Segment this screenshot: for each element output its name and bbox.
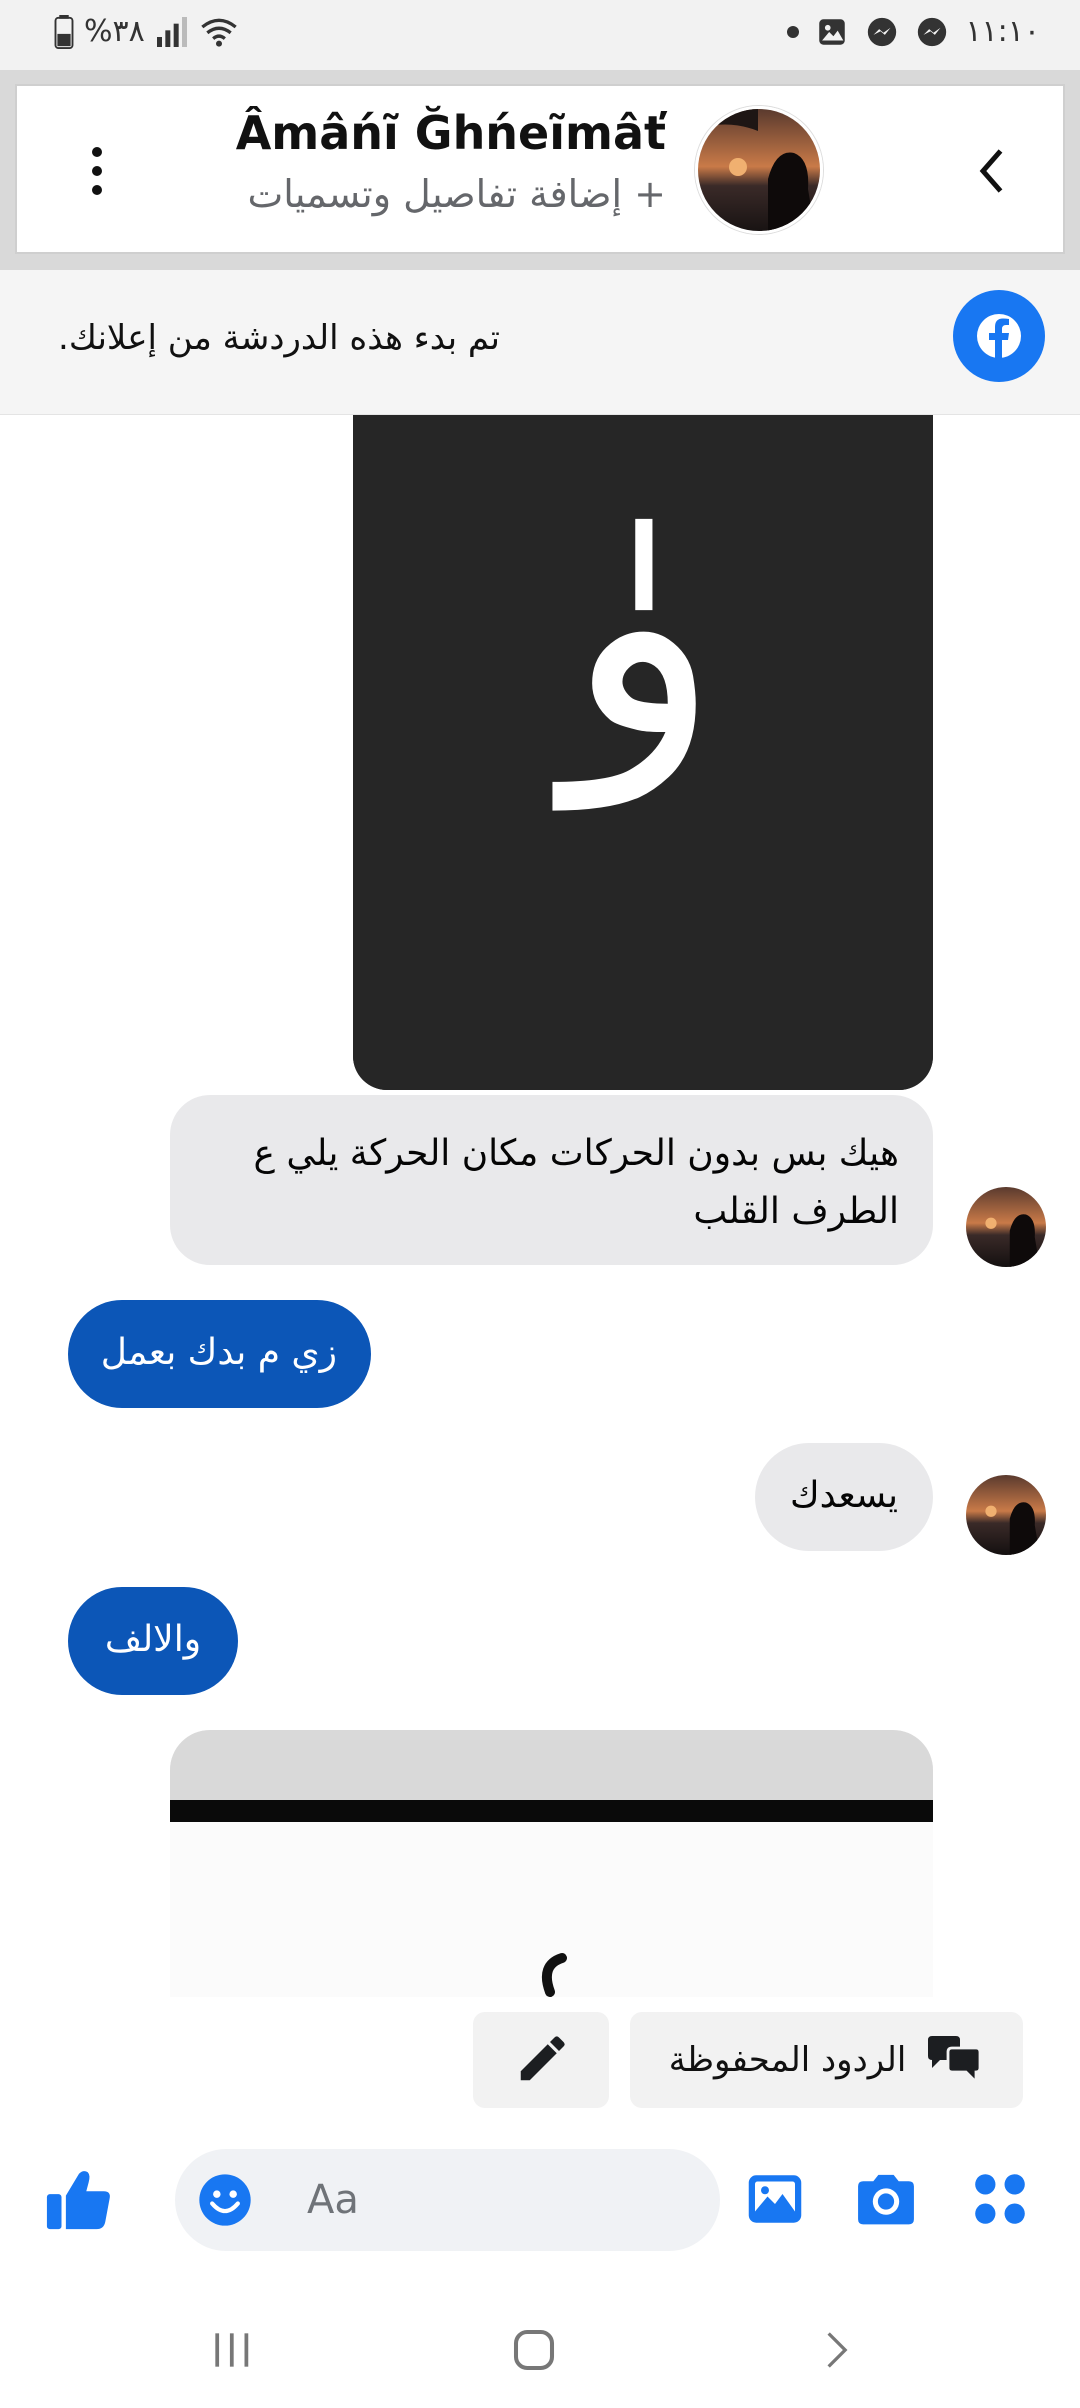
message-input-container[interactable] bbox=[175, 2149, 720, 2251]
quick-replies-bar: الردود المحفوظة bbox=[0, 1997, 1080, 2117]
home-icon bbox=[513, 2329, 555, 2371]
message-composer bbox=[0, 2117, 1080, 2292]
contact-avatar[interactable] bbox=[695, 106, 823, 234]
camera-icon bbox=[858, 2174, 914, 2225]
home-button[interactable] bbox=[494, 2320, 574, 2380]
gallery-notification-icon bbox=[819, 18, 846, 45]
sent-message-bubble[interactable]: زي م بدك بعمل bbox=[68, 1300, 371, 1408]
add-details-link[interactable]: + إضافة تفاصيل وتسميات bbox=[247, 172, 666, 216]
facebook-f-icon bbox=[977, 314, 1021, 360]
sent-message-bubble[interactable]: والالف bbox=[68, 1587, 238, 1695]
messenger-notification-icon-2 bbox=[918, 17, 947, 46]
gallery-icon bbox=[748, 2175, 802, 2223]
ad-origin-text: .تم بدء هذه الدردشة من إعلانك bbox=[58, 318, 500, 358]
system-back-icon bbox=[827, 2332, 848, 2368]
notification-dot-icon bbox=[787, 25, 800, 38]
more-dot bbox=[92, 147, 102, 157]
recent-apps-icon bbox=[215, 2333, 249, 2367]
system-navigation-bar bbox=[0, 2292, 1080, 2408]
chat-header-wrapper: Âmâńĩ Ğhńeĩmâť + إضافة تفاصيل وتسميات bbox=[0, 70, 1080, 270]
status-bar-right: ١١:١٠ bbox=[787, 14, 1040, 49]
system-back-button[interactable] bbox=[796, 2320, 876, 2380]
apps-icon bbox=[975, 2174, 1025, 2224]
facebook-logo-icon bbox=[953, 290, 1045, 382]
camera-button[interactable] bbox=[853, 2169, 919, 2229]
like-button[interactable] bbox=[44, 2165, 114, 2235]
pencil-icon bbox=[520, 2036, 565, 2081]
arabic-letter-image: وٰ bbox=[353, 415, 933, 1090]
saved-replies-button[interactable]: الردود المحفوظة bbox=[630, 2012, 1023, 2108]
more-dot bbox=[92, 166, 102, 176]
recent-apps-button[interactable] bbox=[192, 2320, 272, 2380]
message-input[interactable] bbox=[307, 2149, 687, 2251]
received-message-bubble[interactable]: يسعدك bbox=[755, 1443, 933, 1551]
sender-avatar-image bbox=[966, 1187, 1046, 1267]
saved-replies-label: الردود المحفوظة bbox=[668, 2040, 907, 2080]
back-icon[interactable] bbox=[963, 141, 1023, 201]
sender-avatar[interactable] bbox=[966, 1475, 1046, 1555]
sender-avatar-image bbox=[966, 1475, 1046, 1555]
saved-replies-icon bbox=[928, 2036, 982, 2086]
status-time: ١١:١٠ bbox=[965, 14, 1040, 49]
contact-avatar-image bbox=[698, 109, 820, 231]
more-dot bbox=[92, 185, 102, 195]
status-bar-left: %٣٨ bbox=[54, 14, 239, 49]
contact-name[interactable]: Âmâńĩ Ğhńeĩmâť bbox=[236, 106, 666, 160]
image-message[interactable]: وٰ bbox=[353, 415, 933, 1090]
battery-icon bbox=[54, 14, 74, 49]
more-options-button[interactable] bbox=[77, 136, 117, 206]
received-message-bubble[interactable]: هيك بس بدون الحركات مكان الحركة يلي ع ال… bbox=[170, 1095, 933, 1265]
gallery-button[interactable] bbox=[745, 2169, 805, 2229]
image-message[interactable] bbox=[170, 1730, 933, 1997]
wifi-icon bbox=[201, 18, 237, 47]
messenger-notification-icon bbox=[868, 17, 897, 46]
ad-origin-banner: .تم بدء هذه الدردشة من إعلانك bbox=[0, 270, 1080, 415]
arabic-glyph: وٰ bbox=[551, 437, 721, 813]
handwriting-image bbox=[170, 1730, 933, 1997]
battery-percent: %٣٨ bbox=[84, 14, 145, 49]
emoji-icon[interactable] bbox=[197, 2172, 253, 2228]
chat-header: Âmâńĩ Ğhńeĩmâť + إضافة تفاصيل وتسميات bbox=[15, 84, 1065, 254]
signal-icon bbox=[156, 16, 187, 47]
sender-avatar[interactable] bbox=[966, 1187, 1046, 1267]
status-bar: ١١:١٠ %٣٨ bbox=[0, 0, 1080, 70]
thumbs-up-icon bbox=[46, 2171, 110, 2230]
edit-replies-button[interactable] bbox=[473, 2012, 609, 2108]
apps-button[interactable] bbox=[968, 2167, 1032, 2231]
